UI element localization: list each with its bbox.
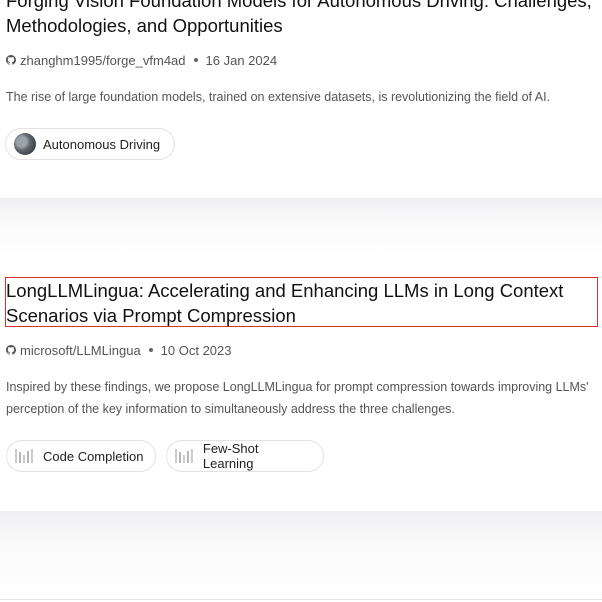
tag-label: Code Completion: [43, 448, 144, 464]
paper-title[interactable]: Forging Vision Foundation Models for Aut…: [6, 0, 596, 38]
card-separator: [0, 198, 602, 257]
card-separator: [0, 511, 602, 600]
tag-label: Autonomous Driving: [43, 136, 161, 152]
repo-link[interactable]: microsoft/LLMLingua: [20, 343, 141, 358]
paper-card: LongLLMLingua: Accelerating and Enhancin…: [0, 256, 602, 511]
paper-date: 16 Jan 2024: [205, 52, 278, 68]
paper-meta: microsoft/LLMLingua 10 Oct 2023: [6, 341, 232, 359]
github-icon: [6, 345, 16, 355]
thumbnail-image-icon: [14, 133, 36, 155]
paper-description: The rise of large foundation models, tra…: [6, 90, 551, 104]
separator-dot: [193, 58, 198, 62]
task-tag-autonomous-driving[interactable]: Autonomous Driving: [5, 128, 175, 160]
paper-description: Inspired by these findings, we propose L…: [6, 380, 589, 416]
tag-label: Few-Shot Learning: [202, 441, 259, 471]
task-tag-few-shot-learning[interactable]: Few-Shot Learning: [166, 440, 324, 472]
paper-card: Forging Vision Foundation Models for Aut…: [0, 0, 602, 198]
repo-link[interactable]: zhanghm1995/forge_vfm4ad: [20, 53, 186, 68]
paper-date: 10 Oct 2023: [160, 342, 232, 358]
separator-dot: [148, 348, 153, 352]
bar-chart-icon: [15, 449, 33, 463]
task-tag-code-completion[interactable]: Code Completion: [6, 440, 156, 472]
paper-meta: zhanghm1995/forge_vfm4ad 16 Jan 2024: [6, 51, 277, 69]
paper-title[interactable]: LongLLMLingua: Accelerating and Enhancin…: [5, 277, 598, 327]
github-icon: [6, 55, 16, 65]
bar-chart-icon: [175, 449, 193, 463]
